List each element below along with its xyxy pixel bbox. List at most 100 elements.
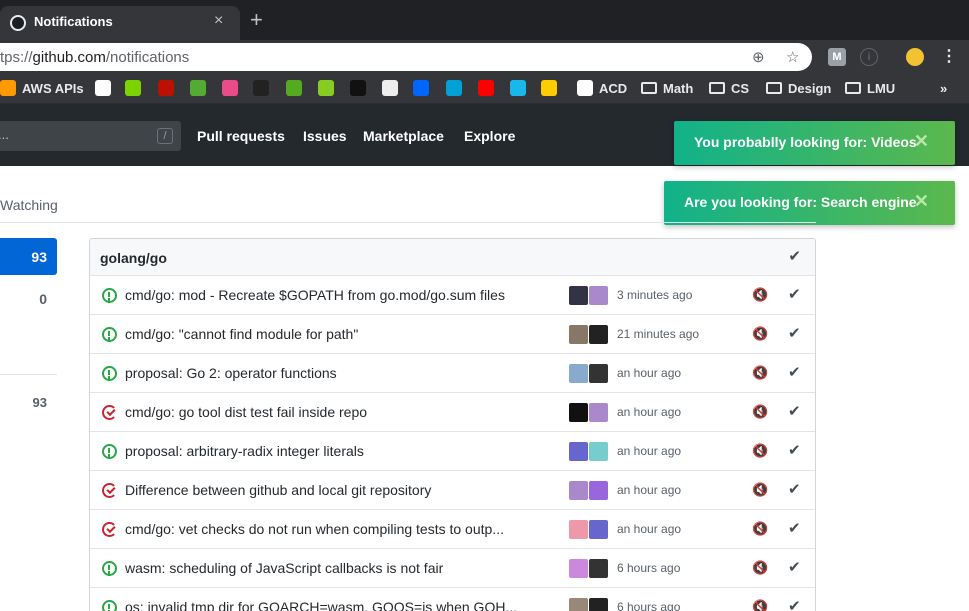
bookmark-q[interactable] [350, 79, 372, 97]
notification-row[interactable]: proposal: arbitrary-radix integer litera… [90, 432, 815, 471]
mute-icon[interactable]: 🔇 [752, 482, 768, 498]
mark-all-read-icon[interactable]: ✔ [788, 247, 801, 265]
notification-title[interactable]: cmd/go: "cannot find module for path" [125, 326, 358, 342]
bookmark-github-dark[interactable] [253, 79, 275, 97]
notification-row[interactable]: proposal: Go 2: operator functions an hou… [90, 354, 815, 393]
avatar[interactable] [589, 325, 608, 344]
notification-title[interactable]: Difference between github and local git … [125, 482, 431, 498]
avatar[interactable] [569, 442, 588, 461]
bookmark-lmu[interactable] [286, 79, 308, 97]
bookmark-lmu[interactable]: LMU [845, 79, 895, 97]
bookmark-dribbble[interactable] [222, 79, 244, 97]
mute-icon[interactable]: 🔇 [752, 326, 768, 342]
bookmark-leetcode[interactable] [95, 79, 117, 97]
notification-title[interactable]: os: invalid tmp dir for GOARCH=wasm, GOO… [125, 599, 517, 611]
nav-pull-requests[interactable]: Pull requests [197, 128, 285, 144]
notification-title[interactable]: wasm: scheduling of JavaScript callbacks… [125, 560, 443, 576]
nav-marketplace[interactable]: Marketplace [363, 128, 444, 144]
bookmark-zhihu[interactable] [413, 79, 435, 97]
avatar[interactable] [589, 403, 608, 422]
avatar[interactable] [589, 598, 608, 611]
avatar[interactable] [589, 559, 608, 578]
mute-icon[interactable]: 🔇 [752, 599, 768, 611]
bookmark-youtube[interactable] [478, 79, 500, 97]
repo-count[interactable]: 93 [33, 395, 47, 410]
notification-title[interactable]: cmd/go: vet checks do not run when compi… [125, 521, 504, 537]
avatar[interactable] [569, 325, 588, 344]
mark-read-icon[interactable]: ✔ [788, 285, 801, 303]
mark-read-icon[interactable]: ✔ [788, 441, 801, 459]
info-icon[interactable]: i [860, 48, 878, 66]
avatar[interactable] [589, 364, 608, 383]
avatar[interactable] [569, 403, 588, 422]
bookmark-ol[interactable] [190, 79, 212, 97]
search-input[interactable]: ... / [0, 121, 181, 151]
mark-read-icon[interactable]: ✔ [788, 519, 801, 537]
notification-title[interactable]: proposal: arbitrary-radix integer litera… [125, 443, 364, 459]
notification-row[interactable]: Difference between github and local git … [90, 471, 815, 510]
toast-close-icon[interactable]: ✕ [914, 191, 929, 212]
new-tab-button[interactable]: + [250, 6, 263, 34]
bookmark-as[interactable] [158, 79, 180, 97]
bookmark-cs[interactable]: CS [709, 79, 749, 97]
browser-tab[interactable]: Notifications × [0, 6, 240, 40]
notification-row[interactable]: wasm: scheduling of JavaScript callbacks… [90, 549, 815, 588]
nav-explore[interactable]: Explore [464, 128, 515, 144]
mark-read-icon[interactable]: ✔ [788, 402, 801, 420]
mute-icon[interactable]: 🔇 [752, 287, 768, 303]
mark-read-icon[interactable]: ✔ [788, 558, 801, 576]
bookmark-x[interactable] [318, 79, 340, 97]
bookmark-vimeo[interactable] [510, 79, 532, 97]
avatar[interactable] [569, 481, 588, 500]
avatar[interactable] [569, 286, 588, 305]
notification-row[interactable]: cmd/go: go tool dist test fail inside re… [90, 393, 815, 432]
bookmark-design[interactable]: Design [766, 79, 831, 97]
mute-icon[interactable]: 🔇 [752, 443, 768, 459]
mark-read-icon[interactable]: ✔ [788, 597, 801, 611]
menu-icon[interactable]: ⋮ [940, 48, 958, 66]
translate-icon[interactable]: ⊕ [752, 48, 765, 66]
notification-title[interactable]: cmd/go: go tool dist test fail inside re… [125, 404, 367, 420]
bookmark-b[interactable] [382, 79, 404, 97]
avatar[interactable] [569, 364, 588, 383]
bookmarks-overflow-button[interactable]: » [940, 79, 947, 97]
avatar[interactable] [589, 481, 608, 500]
notification-title[interactable]: proposal: Go 2: operator functions [125, 365, 337, 381]
bookmark-acd[interactable]: ACD [577, 79, 627, 97]
extension-m-icon[interactable]: M [828, 48, 846, 66]
toast-close-icon[interactable]: ✕ [914, 131, 929, 152]
bookmark-avatar[interactable] [541, 79, 563, 97]
close-tab-icon[interactable]: × [214, 12, 223, 30]
mark-read-icon[interactable]: ✔ [788, 480, 801, 498]
avatar[interactable] [569, 559, 588, 578]
notification-row[interactable]: cmd/go: "cannot find module for path" 21 … [90, 315, 815, 354]
url-text[interactable]: tps://github.com/notifications [0, 49, 189, 66]
avatar[interactable] [589, 520, 608, 539]
profile-avatar-icon[interactable] [906, 48, 924, 66]
bookmark-math[interactable]: Math [641, 79, 693, 97]
avatar[interactable] [589, 286, 608, 305]
bookmark-aws-apis[interactable]: AWS APIs [0, 79, 84, 97]
bookmark-bilibili[interactable] [446, 79, 468, 97]
address-bar[interactable]: tps://github.com/notifications ⊕ ☆ [0, 43, 812, 71]
avatar[interactable] [569, 598, 588, 611]
mark-read-icon[interactable]: ✔ [788, 324, 801, 342]
bookmark-smiley[interactable] [125, 79, 147, 97]
mute-icon[interactable]: 🔇 [752, 365, 768, 381]
notification-title[interactable]: cmd/go: mod - Recreate $GOPATH from go.m… [125, 287, 505, 303]
mark-read-icon[interactable]: ✔ [788, 363, 801, 381]
notification-row[interactable]: cmd/go: mod - Recreate $GOPATH from go.m… [90, 276, 815, 315]
nav-issues[interactable]: Issues [303, 128, 347, 144]
mute-icon[interactable]: 🔇 [752, 521, 768, 537]
avatar[interactable] [589, 442, 608, 461]
participating-count[interactable]: 0 [39, 291, 47, 307]
filter-unread-active[interactable]: 93 [0, 238, 57, 275]
repo-name-link[interactable]: golang/go [100, 250, 167, 266]
filter-watching[interactable]: Watching [0, 197, 58, 213]
star-icon[interactable]: ☆ [786, 48, 799, 66]
mute-icon[interactable]: 🔇 [752, 404, 768, 420]
notification-row[interactable]: os: invalid tmp dir for GOARCH=wasm, GOO… [90, 588, 815, 611]
avatar[interactable] [569, 520, 588, 539]
notification-row[interactable]: cmd/go: vet checks do not run when compi… [90, 510, 815, 549]
mute-icon[interactable]: 🔇 [752, 560, 768, 576]
